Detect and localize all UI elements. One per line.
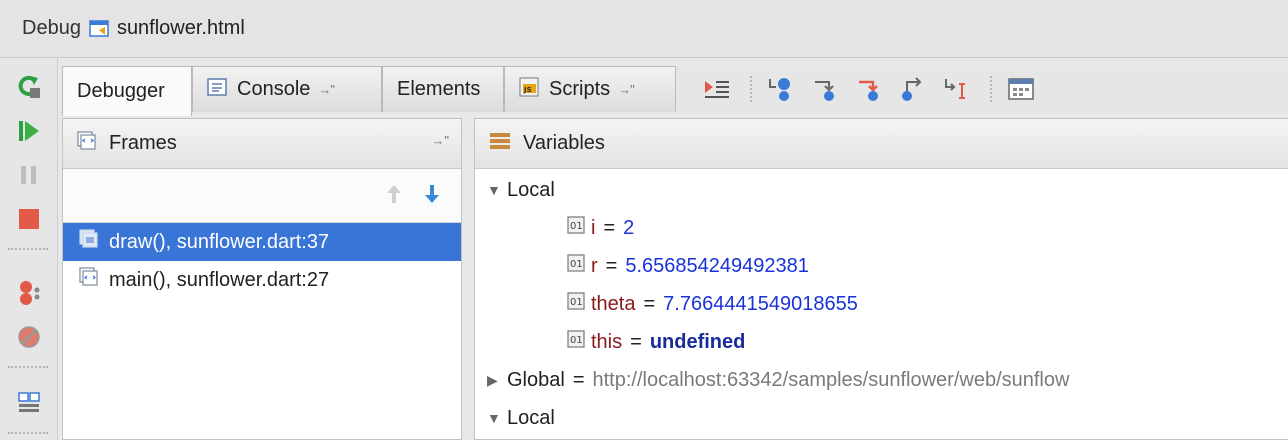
variable-icon: 01 [567,254,585,278]
global-url-value: http://localhost:63342/samples/sunflower… [592,368,1070,391]
variable-icon: 01 [567,216,585,240]
javascript-file-icon: JS [519,76,539,103]
tab-console-label: Console [237,78,311,100]
pin-panel-icon[interactable]: →" [431,133,449,148]
variable-row[interactable]: 01 i = 2 [567,209,634,247]
variable-name: r [591,254,598,277]
frame-item-draw[interactable]: draw(), sunflower.dart:37 [63,223,461,261]
title-debug-label: Debug [22,17,81,39]
expanded-arrow-icon[interactable]: ▼ [487,410,507,426]
run-to-cursor-icon[interactable] [940,74,974,104]
expanded-arrow-icon[interactable]: ▼ [487,182,507,198]
variable-equals: = [605,254,618,277]
next-frame-icon[interactable] [423,183,441,211]
tab-debugger-label: Debugger [77,80,165,102]
pin-tab-icon[interactable]: →" [618,82,635,97]
frames-header: Frames →" [63,119,461,169]
show-execution-point-icon[interactable] [700,74,734,104]
view-breakpoints-icon[interactable] [12,278,46,308]
variable-row[interactable]: 01 theta = 7.7664441549018655 [567,285,858,323]
svg-text:01: 01 [570,297,583,308]
frames-panel: Frames →" draw(), sunflower.dart:37 main… [62,118,462,440]
variables-header: Variables [475,119,1288,169]
variable-value: undefined [649,330,746,353]
frame-item-main[interactable]: main(), sunflower.dart:27 [63,261,461,299]
toolbar-divider [990,76,992,102]
collapsed-arrow-icon[interactable]: ▶ [487,372,507,389]
scope-global-node[interactable]: ▶ Global = http://localhost:63342/sample… [487,361,1069,399]
scope-local-node[interactable]: ▼ Local [487,399,555,437]
frames-title: Frames [109,132,177,154]
svg-text:JS: JS [523,86,532,94]
variable-icon: 01 [567,330,585,354]
toolbar-divider [8,248,48,250]
stop-icon[interactable] [12,204,46,234]
console-icon [207,77,227,102]
toolbar-divider [750,76,752,102]
variable-value: 7.7664441549018655 [663,292,858,315]
step-out-icon[interactable] [896,74,930,104]
frames-toolbar [63,169,461,223]
svg-text:01: 01 [570,221,583,232]
variable-equals: = [603,216,616,239]
tab-debugger[interactable]: Debugger [62,66,192,116]
variable-equals: = [630,330,642,353]
toolbar-divider [8,366,48,368]
restore-layout-icon[interactable] [12,388,46,418]
variable-equals: = [643,292,656,315]
force-step-into-icon[interactable] [852,74,886,104]
step-into-icon[interactable] [808,74,842,104]
variable-icon: 01 [567,292,585,316]
title-file-label: sunflower.html [116,17,245,39]
title-bar: Debug sunflower.html [0,0,1288,58]
frame-icon [79,267,99,293]
variable-equals: = [572,368,585,391]
evaluate-expression-icon[interactable] [1004,74,1038,104]
frame-label: main(), sunflower.dart:27 [109,268,330,291]
pause-icon[interactable] [12,160,46,190]
frames-icon [77,130,97,157]
frame-icon [79,229,99,255]
debug-tab-bar: Debugger Console →" Elements JS Scripts … [62,66,1288,116]
variables-panel: Variables ▼ Local 01 i = 2 01 r = 5.6568… [474,118,1288,440]
frame-label: draw(), sunflower.dart:37 [109,230,330,253]
variables-title: Variables [523,132,605,154]
variable-value: 5.656854249492381 [625,254,809,277]
debug-side-toolbar [0,58,58,440]
scope-local-node[interactable]: ▼ Local [487,171,555,209]
scope-label: Local [507,178,555,201]
scope-label: Global [507,368,565,391]
pin-tab-icon[interactable]: →" [318,82,335,97]
variable-name: this [591,330,623,353]
variable-value: 2 [623,216,635,239]
rerun-icon[interactable] [12,72,46,102]
tab-scripts-label: Scripts [549,78,611,100]
toolbar-divider [8,432,48,434]
scope-label: Local [507,406,555,429]
variable-name: theta [591,292,636,315]
mute-breakpoints-icon[interactable] [12,322,46,352]
previous-frame-icon[interactable] [385,183,403,211]
variables-icon [489,131,511,157]
debug-config-icon [89,19,111,39]
tab-elements-label: Elements [397,78,481,100]
variable-name: i [591,216,596,239]
svg-text:01: 01 [570,335,583,346]
variable-row[interactable]: 01 this = undefined [567,323,745,361]
step-over-icon[interactable] [764,74,798,104]
variable-row[interactable]: 01 r = 5.656854249492381 [567,247,809,285]
tab-elements[interactable]: Elements [382,66,504,112]
resume-icon[interactable] [12,116,46,146]
svg-text:01: 01 [570,259,583,270]
tab-console[interactable]: Console →" [192,66,382,112]
tab-scripts[interactable]: JS Scripts →" [504,66,676,112]
